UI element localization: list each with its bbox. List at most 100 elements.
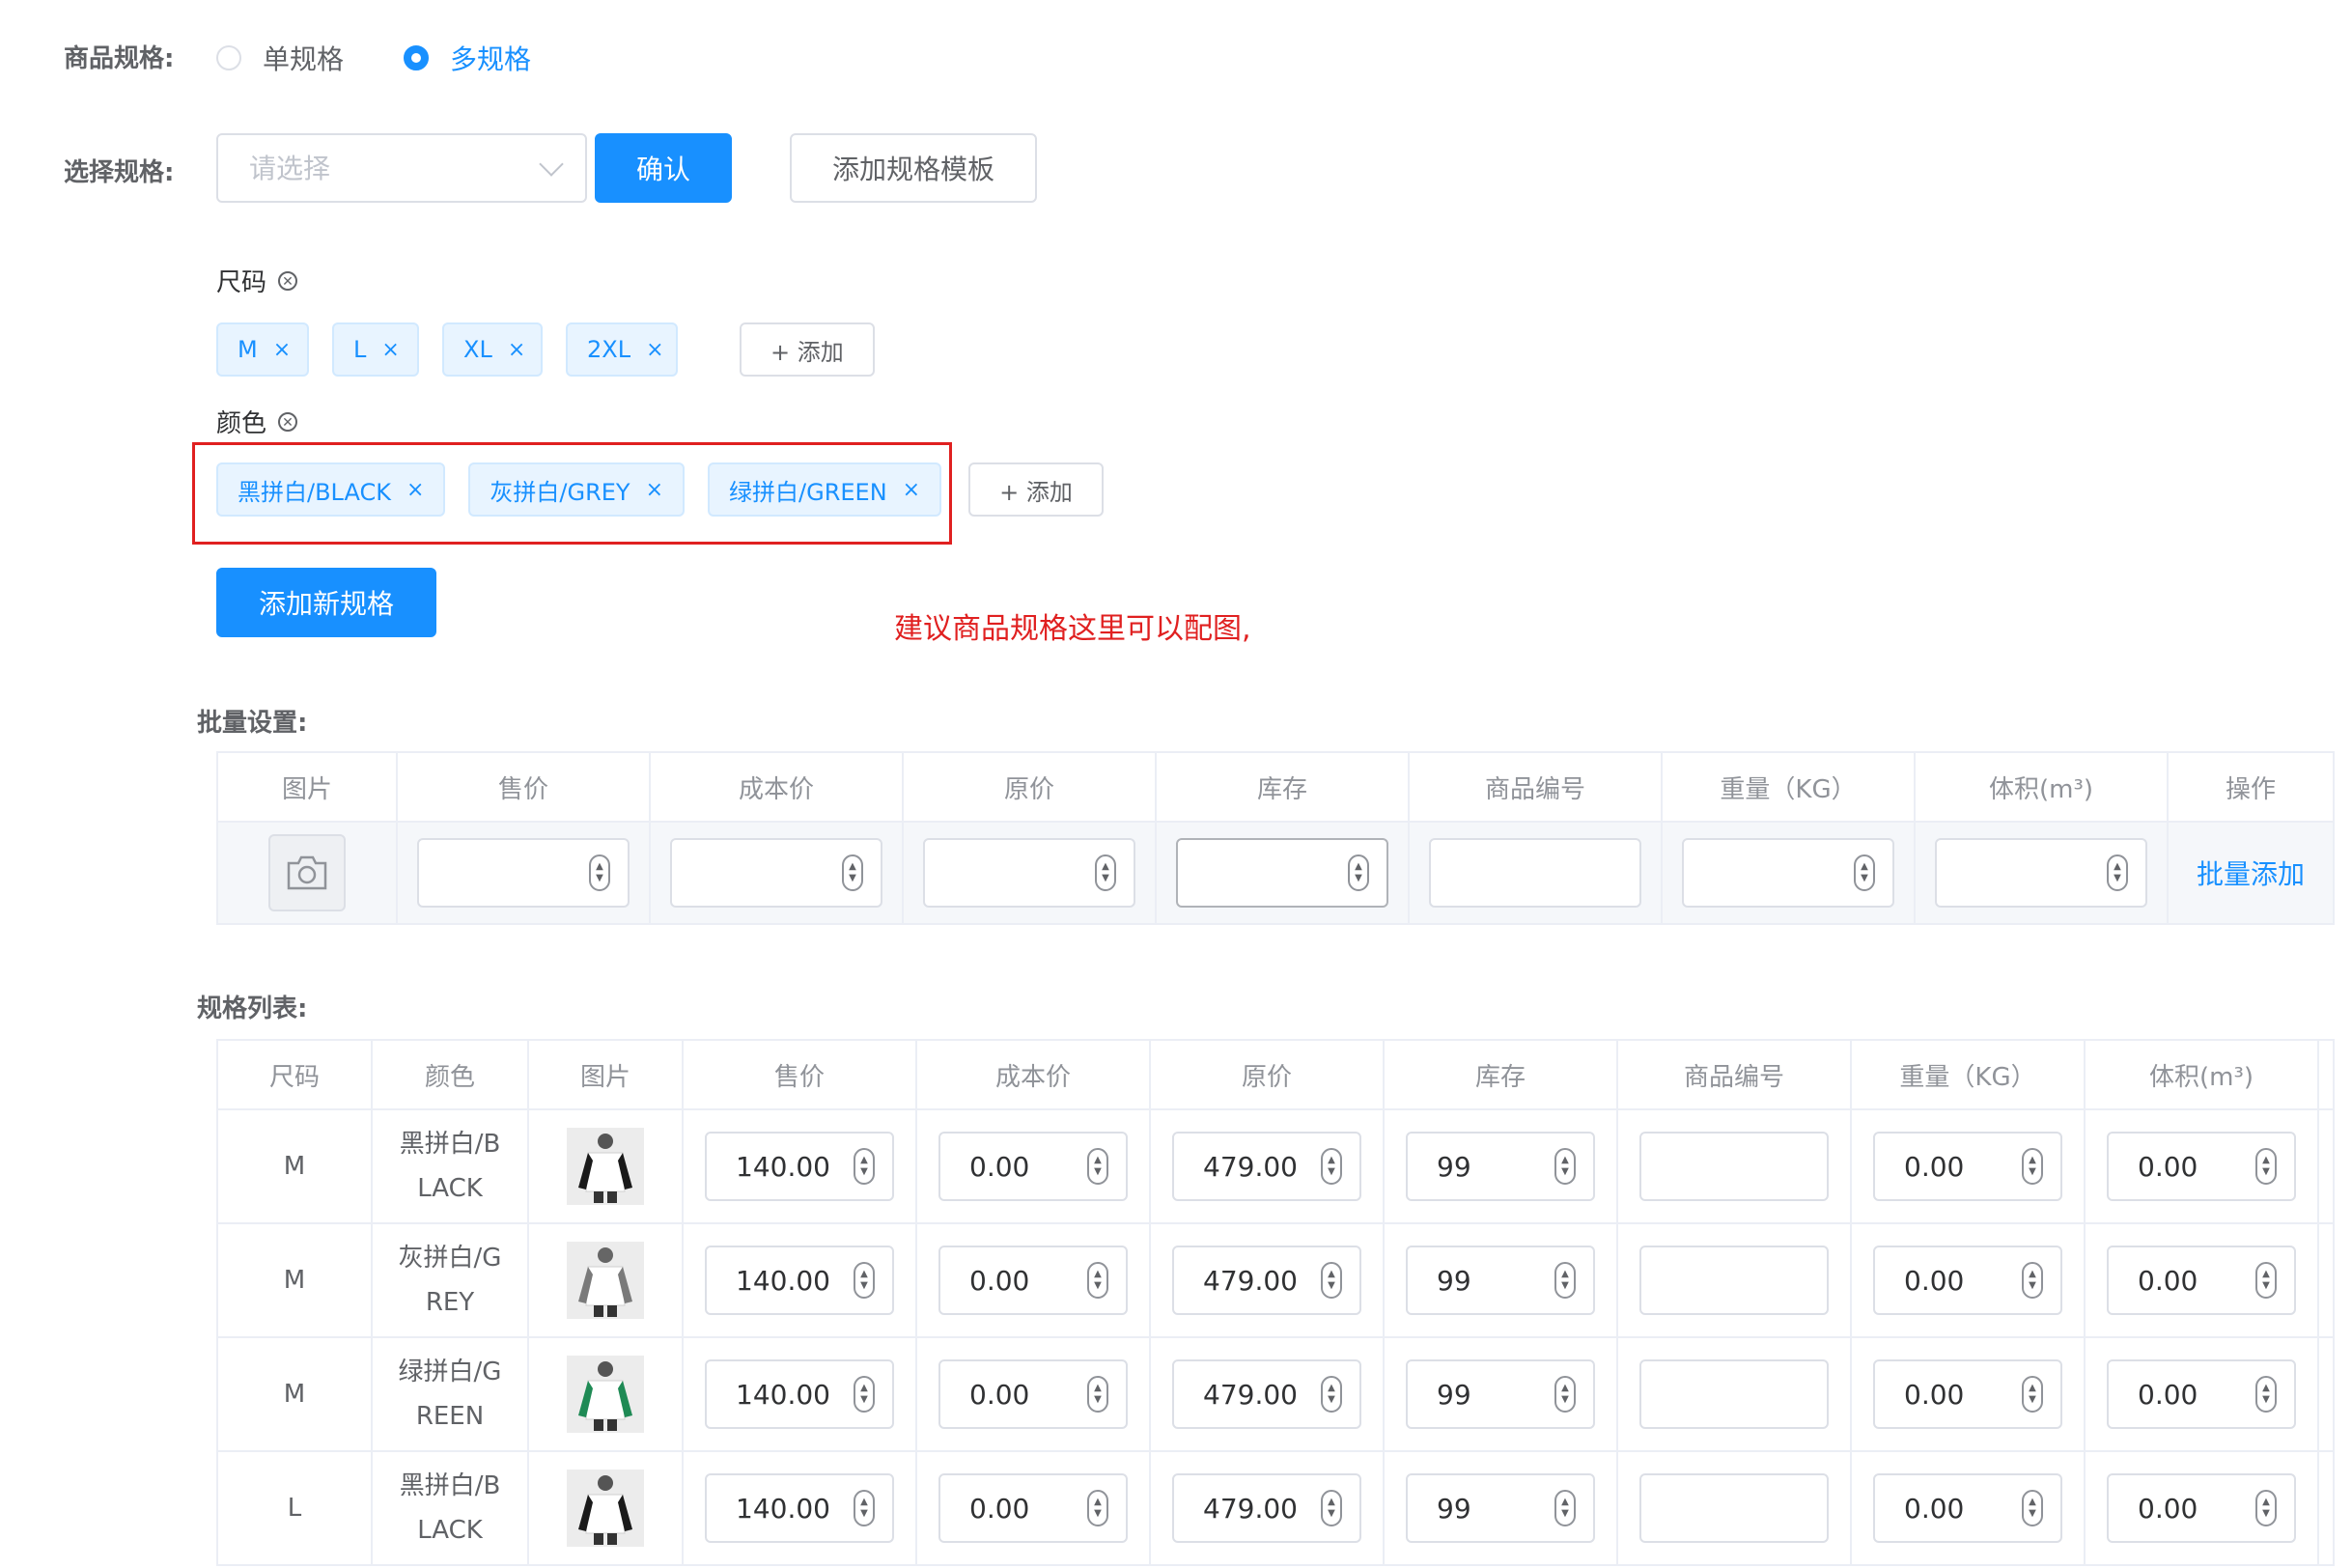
stepper-icon[interactable]: ▲ ▼ [1321, 1262, 1342, 1299]
stepper-icon[interactable]: ▲ ▼ [2022, 1376, 2043, 1413]
stepper-icon[interactable]: ▲ ▼ [1321, 1376, 1342, 1413]
image-upload[interactable] [268, 834, 346, 911]
add-color-button[interactable]: + 添加 [968, 462, 1104, 517]
radio-circle[interactable] [216, 45, 241, 70]
stepper-icon[interactable]: ▲ ▼ [1348, 854, 1369, 891]
cost-value: 0.00 [969, 1150, 1030, 1183]
batch-price-input[interactable]: ▲ ▼ [417, 838, 630, 908]
volume-input[interactable]: 0.00 ▲ ▼ [2107, 1132, 2296, 1201]
price-input[interactable]: 140.00 ▲ ▼ [705, 1359, 894, 1429]
batch-cost-input[interactable]: ▲ ▼ [670, 838, 882, 908]
price-value: 140.00 [736, 1264, 830, 1297]
volume-input[interactable]: 0.00 ▲ ▼ [2107, 1359, 2296, 1429]
close-icon[interactable]: × [646, 338, 663, 362]
stepper-icon[interactable]: ▲ ▼ [1554, 1148, 1576, 1185]
price-input[interactable]: 140.00 ▲ ▼ [705, 1246, 894, 1315]
close-icon[interactable]: × [508, 338, 525, 362]
annotation-highlight-box [192, 442, 952, 545]
batch-sku-input[interactable] [1429, 838, 1641, 908]
weight-input[interactable]: 0.00 ▲ ▼ [1873, 1473, 2062, 1543]
stock-input[interactable]: 99 ▲ ▼ [1406, 1246, 1595, 1315]
confirm-button[interactable]: 确认 [595, 133, 732, 203]
volume-input[interactable]: 0.00 ▲ ▼ [2107, 1246, 2296, 1315]
original-value: 479.00 [1203, 1264, 1298, 1297]
remove-group-icon[interactable]: ✕ [278, 411, 298, 432]
original-price-input[interactable]: 479.00 ▲ ▼ [1172, 1359, 1361, 1429]
stepper-icon[interactable]: ▲ ▼ [2107, 854, 2128, 891]
batch-weight-input[interactable]: ▲ ▼ [1682, 838, 1894, 908]
original-price-input[interactable]: 479.00 ▲ ▼ [1172, 1132, 1361, 1201]
stepper-icon[interactable]: ▲ ▼ [1554, 1262, 1576, 1299]
sku-input[interactable] [1639, 1473, 1829, 1543]
price-input[interactable]: 140.00 ▲ ▼ [705, 1473, 894, 1543]
add-size-button[interactable]: + 添加 [740, 322, 875, 377]
spec-select[interactable] [216, 133, 587, 203]
stepper-icon[interactable]: ▲ ▼ [1321, 1148, 1342, 1185]
weight-input[interactable]: 0.00 ▲ ▼ [1873, 1359, 2062, 1429]
batch-add-link[interactable]: 批量添加 [2197, 858, 2305, 890]
radio-circle[interactable] [404, 45, 429, 70]
stepper-icon[interactable]: ▲ ▼ [1087, 1376, 1108, 1413]
stepper-icon[interactable]: ▲ ▼ [1087, 1490, 1108, 1526]
close-icon[interactable]: × [273, 338, 291, 362]
stepper-icon[interactable]: ▲ ▼ [2255, 1148, 2277, 1185]
stepper-icon[interactable]: ▲ ▼ [1087, 1262, 1108, 1299]
tag-label: 2XL [587, 336, 631, 363]
stock-input[interactable]: 99 ▲ ▼ [1406, 1359, 1595, 1429]
camera-icon [287, 855, 327, 890]
stock-input[interactable]: 99 ▲ ▼ [1406, 1132, 1595, 1201]
stepper-icon[interactable]: ▲ ▼ [842, 854, 863, 891]
stepper-icon[interactable]: ▲ ▼ [1087, 1148, 1108, 1185]
weight-input[interactable]: 0.00 ▲ ▼ [1873, 1246, 2062, 1315]
cost-input[interactable]: 0.00 ▲ ▼ [938, 1359, 1128, 1429]
stepper-icon[interactable]: ▲ ▼ [2022, 1490, 2043, 1526]
stepper-icon[interactable]: ▲ ▼ [2255, 1376, 2277, 1413]
weight-input[interactable]: 0.00 ▲ ▼ [1873, 1132, 2062, 1201]
stepper-icon[interactable]: ▲ ▼ [1854, 854, 1875, 891]
stepper-icon[interactable]: ▲ ▼ [1095, 854, 1116, 891]
stepper-icon[interactable]: ▲ ▼ [2255, 1262, 2277, 1299]
stepper-icon[interactable]: ▲ ▼ [854, 1262, 875, 1299]
price-input[interactable]: 140.00 ▲ ▼ [705, 1132, 894, 1201]
stepper-icon[interactable]: ▲ ▼ [1321, 1490, 1342, 1526]
stepper-icon[interactable]: ▲ ▼ [854, 1490, 875, 1526]
stepper-icon[interactable]: ▲ ▼ [589, 854, 610, 891]
sku-input[interactable] [1639, 1246, 1829, 1315]
stepper-icon[interactable]: ▲ ▼ [854, 1148, 875, 1185]
color-line1: 黑拼白/B [399, 1130, 501, 1159]
stock-value: 99 [1437, 1150, 1471, 1183]
stepper-icon[interactable]: ▲ ▼ [2022, 1148, 2043, 1185]
cost-value: 0.00 [969, 1492, 1030, 1525]
table-row: M 灰拼白/G REY 140.00 ▲ ▼ 0.00 ▲ ▼ 479.00 ▲ ▼ 99 ▲ ▼… [216, 1222, 2335, 1338]
group-title-size: 尺码 ✕ [216, 263, 298, 298]
stock-input[interactable]: 99 ▲ ▼ [1406, 1473, 1595, 1543]
stepper-icon[interactable]: ▲ ▼ [2255, 1490, 2277, 1526]
radio-multi-spec[interactable]: 多规格 [404, 39, 531, 77]
close-icon[interactable]: × [381, 338, 399, 362]
product-thumbnail[interactable] [567, 1242, 644, 1319]
original-price-input[interactable]: 479.00 ▲ ▼ [1172, 1473, 1361, 1543]
add-template-button[interactable]: 添加规格模板 [790, 133, 1037, 203]
volume-input[interactable]: 0.00 ▲ ▼ [2107, 1473, 2296, 1543]
cost-input[interactable]: 0.00 ▲ ▼ [938, 1246, 1128, 1315]
batch-stock-input[interactable]: ▲ ▼ [1176, 838, 1388, 908]
stepper-icon[interactable]: ▲ ▼ [2022, 1262, 2043, 1299]
batch-original-input[interactable]: ▲ ▼ [923, 838, 1135, 908]
stepper-icon[interactable]: ▲ ▼ [1554, 1376, 1576, 1413]
stepper-icon[interactable]: ▲ ▼ [1554, 1490, 1576, 1526]
add-new-spec-button[interactable]: 添加新规格 [216, 568, 436, 637]
cost-input[interactable]: 0.00 ▲ ▼ [938, 1132, 1128, 1201]
product-thumbnail[interactable] [567, 1470, 644, 1547]
radio-single-spec[interactable]: 单规格 [216, 39, 344, 77]
stepper-icon[interactable]: ▲ ▼ [854, 1376, 875, 1413]
stock-value: 99 [1437, 1264, 1471, 1297]
product-thumbnail[interactable] [567, 1356, 644, 1433]
batch-volume-input[interactable]: ▲ ▼ [1935, 838, 2147, 908]
product-thumbnail[interactable] [567, 1128, 644, 1205]
original-price-input[interactable]: 479.00 ▲ ▼ [1172, 1246, 1361, 1315]
cost-input[interactable]: 0.00 ▲ ▼ [938, 1473, 1128, 1543]
sku-input[interactable] [1639, 1132, 1829, 1201]
sku-input[interactable] [1639, 1359, 1829, 1429]
remove-group-icon[interactable]: ✕ [278, 270, 298, 291]
spec-select-input[interactable] [247, 151, 541, 185]
